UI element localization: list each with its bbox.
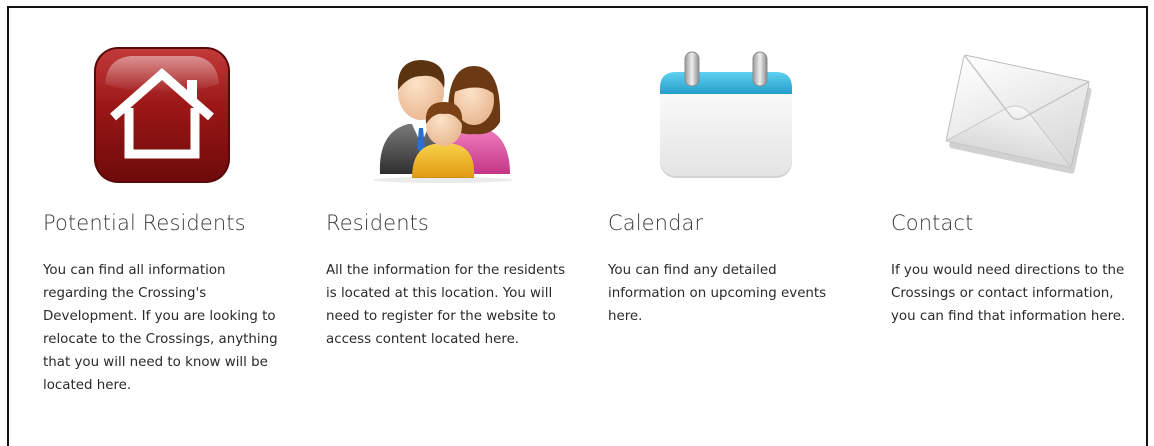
feature-title: Residents — [326, 211, 429, 235]
feature-description: You can find all information regarding t… — [43, 263, 278, 393]
envelope-icon[interactable] — [943, 44, 1154, 194]
feature-description: If you would need directions to the Cros… — [891, 263, 1126, 324]
feature-title: Calendar — [608, 211, 704, 235]
features-panel: Potential Residents You can find all inf… — [7, 6, 1148, 446]
calendar-icon[interactable] — [656, 44, 896, 194]
feature-title: Potential Residents — [43, 211, 246, 235]
feature-description: All the information for the residents is… — [326, 263, 566, 347]
feature-title: Contact — [891, 211, 974, 235]
family-icon[interactable] — [368, 44, 608, 194]
feature-description: You can find any detailed information on… — [608, 263, 827, 324]
home-icon[interactable] — [91, 44, 331, 194]
